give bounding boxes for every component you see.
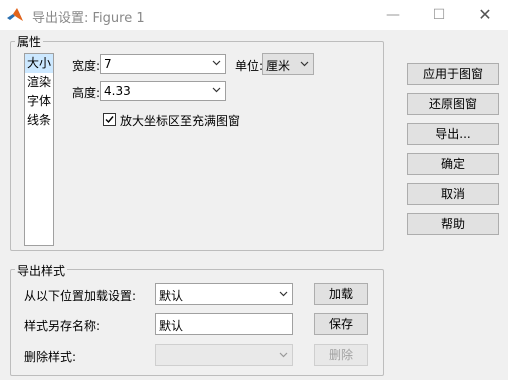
- expand-axes-label: 放大坐标区至充满图窗: [120, 114, 241, 128]
- chevron-down-icon: [279, 291, 288, 297]
- chevron-down-icon: [212, 60, 221, 66]
- load-settings-value: 默认: [159, 289, 184, 303]
- category-item-rendering[interactable]: 渲染: [25, 73, 53, 92]
- title-bar: 导出设置: Figure 1 — ☐ ✕: [0, 0, 508, 30]
- properties-group-label: 属性: [15, 33, 44, 50]
- revert-figure-button[interactable]: 还原图窗: [407, 93, 499, 115]
- category-item-size[interactable]: 大小: [25, 54, 53, 73]
- maximize-button[interactable]: ☐: [416, 0, 462, 30]
- cancel-button[interactable]: 取消: [407, 183, 499, 205]
- load-settings-label: 从以下位置加载设置:: [24, 289, 137, 303]
- save-button[interactable]: 保存: [314, 313, 368, 335]
- save-style-name-input[interactable]: 默认: [155, 313, 293, 335]
- export-styles-group-label: 导出样式: [15, 262, 68, 279]
- close-button[interactable]: ✕: [462, 0, 508, 30]
- apply-to-figure-button[interactable]: 应用于图窗: [407, 63, 499, 85]
- minimize-button[interactable]: —: [370, 0, 416, 30]
- matlab-logo-icon: [7, 8, 23, 21]
- category-item-lines[interactable]: 线条: [25, 111, 53, 130]
- load-settings-dropdown[interactable]: 默认: [155, 283, 293, 305]
- width-combobox[interactable]: 7: [100, 54, 226, 74]
- category-item-fonts[interactable]: 字体: [25, 92, 53, 111]
- chevron-down-icon: [212, 87, 221, 93]
- category-list[interactable]: 大小 渲染 字体 线条: [24, 53, 54, 246]
- chevron-down-icon: [279, 352, 288, 358]
- checkmark-icon: [105, 116, 114, 124]
- load-button[interactable]: 加载: [314, 283, 368, 305]
- expand-axes-checkbox[interactable]: [103, 113, 116, 126]
- height-combobox[interactable]: 4.33: [100, 81, 226, 101]
- units-dropdown[interactable]: 厘米: [262, 53, 314, 75]
- delete-style-dropdown[interactable]: [155, 344, 293, 366]
- delete-style-label: 删除样式:: [24, 350, 77, 364]
- chevron-down-icon: [300, 61, 309, 67]
- window-title: 导出设置: Figure 1: [32, 11, 145, 26]
- width-value: 7: [104, 57, 112, 71]
- help-button[interactable]: 帮助: [407, 213, 499, 235]
- units-label: 单位:: [235, 59, 264, 73]
- units-value: 厘米: [266, 59, 291, 73]
- width-label: 宽度:: [72, 59, 101, 73]
- delete-button[interactable]: 删除: [314, 344, 368, 366]
- save-style-label: 样式另存名称:: [24, 319, 101, 333]
- export-button[interactable]: 导出...: [407, 123, 499, 145]
- height-label: 高度:: [72, 86, 101, 100]
- height-value: 4.33: [104, 84, 131, 98]
- ok-button[interactable]: 确定: [407, 153, 499, 175]
